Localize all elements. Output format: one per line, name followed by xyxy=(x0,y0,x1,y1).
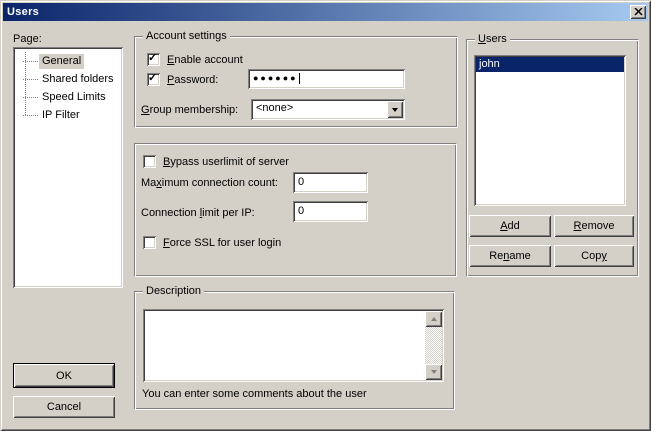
tree-item-ip-filter[interactable]: IP Filter xyxy=(13,106,123,124)
check-icon: ✓ xyxy=(148,72,160,85)
add-user-button[interactable]: Add xyxy=(469,215,551,237)
description-hint: You can enter some comments about the us… xyxy=(142,388,367,401)
scroll-up-button[interactable] xyxy=(425,311,442,327)
close-button[interactable] xyxy=(630,5,646,19)
account-settings-legend: Account settings xyxy=(143,30,230,43)
dropdown-arrow-icon xyxy=(392,108,398,112)
account-settings-group: Account settings ✓ Enable account ✓ Pass… xyxy=(134,36,458,128)
bypass-userlimit-label: Bypass userlimit of server xyxy=(163,156,289,169)
max-connection-count-input[interactable]: 0 xyxy=(293,172,368,193)
cancel-button[interactable]: Cancel xyxy=(13,396,115,418)
user-list-item[interactable]: john xyxy=(476,57,624,72)
users-list[interactable]: john xyxy=(474,55,626,206)
users-legend: Users xyxy=(475,33,510,46)
dropdown-button[interactable] xyxy=(387,101,403,118)
connection-limit-per-ip-input[interactable]: 0 xyxy=(293,201,368,222)
titlebar[interactable]: Users xyxy=(3,3,648,21)
max-connection-count-label: Maximum connection count: xyxy=(141,177,278,190)
users-dialog: Users Page: General Shared folders Speed… xyxy=(0,0,651,431)
close-icon xyxy=(634,8,643,16)
connection-limit-per-ip-value: 0 xyxy=(298,205,304,217)
scroll-down-icon xyxy=(431,370,437,374)
group-membership-select[interactable]: <none> xyxy=(251,99,405,120)
page-tree[interactable]: General Shared folders Speed Limits IP F… xyxy=(13,47,123,288)
tree-item-label: IP Filter xyxy=(39,108,83,123)
page-label: Page: xyxy=(13,33,42,46)
ok-button[interactable]: OK xyxy=(13,363,115,388)
password-label: Password: xyxy=(167,74,218,87)
tree-item-shared-folders[interactable]: Shared folders xyxy=(13,70,123,88)
tree-item-speed-limits[interactable]: Speed Limits xyxy=(13,88,123,106)
remove-user-button[interactable]: Remove xyxy=(554,215,634,237)
password-input[interactable]: ●●●●●● xyxy=(248,69,405,89)
connection-limit-per-ip-label: Connection limit per IP: xyxy=(141,207,255,220)
window-title: Users xyxy=(3,6,39,18)
description-group: Description You can enter some comments … xyxy=(134,291,455,410)
description-scrollbar[interactable] xyxy=(425,311,442,380)
password-checkbox[interactable]: ✓ xyxy=(147,73,160,86)
scroll-up-icon xyxy=(431,317,437,321)
check-icon: ✓ xyxy=(148,52,160,65)
group-membership-label: Group membership: xyxy=(141,104,238,117)
enable-account-checkbox[interactable]: ✓ xyxy=(147,53,160,66)
enable-account-label: Enable account xyxy=(167,54,243,67)
password-masked-value: ●●●●●● xyxy=(253,71,298,86)
limits-group: ✓ Bypass userlimit of server Maximum con… xyxy=(134,143,457,277)
tree-item-label: General xyxy=(39,54,84,69)
users-group: Users john Add Remove Rename Copy xyxy=(466,39,639,277)
group-membership-value: <none> xyxy=(256,102,293,115)
tree-item-label: Shared folders xyxy=(39,72,117,87)
bypass-userlimit-checkbox[interactable]: ✓ xyxy=(143,155,156,168)
description-input[interactable] xyxy=(143,309,444,382)
max-connection-count-value: 0 xyxy=(298,176,304,188)
rename-user-button[interactable]: Rename xyxy=(469,245,551,267)
description-legend: Description xyxy=(143,285,204,298)
force-ssl-label: Force SSL for user login xyxy=(163,237,281,250)
text-caret xyxy=(299,73,300,84)
copy-user-button[interactable]: Copy xyxy=(554,245,634,267)
tree-item-label: Speed Limits xyxy=(39,90,109,105)
scroll-down-button[interactable] xyxy=(425,364,442,380)
force-ssl-checkbox[interactable]: ✓ xyxy=(143,236,156,249)
tree-item-general[interactable]: General xyxy=(13,52,123,70)
